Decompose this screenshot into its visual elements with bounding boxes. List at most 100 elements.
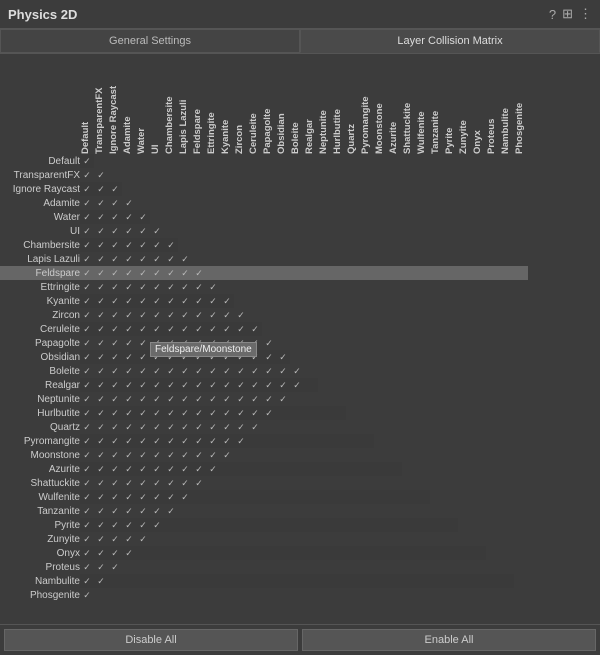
check-cell-28-27[interactable]: [458, 546, 472, 560]
check-cell-28-19[interactable]: [346, 546, 360, 560]
check-cell-20-15[interactable]: [290, 434, 304, 448]
check-cell-29-15[interactable]: [290, 560, 304, 574]
check-cell-17-13[interactable]: [262, 392, 276, 406]
check-cell-7-3[interactable]: [122, 252, 136, 266]
check-cell-17-5[interactable]: [150, 392, 164, 406]
check-cell-28-9[interactable]: [206, 546, 220, 560]
check-cell-7-6[interactable]: [164, 252, 178, 266]
check-cell-30-19[interactable]: [346, 574, 360, 588]
check-cell-25-19[interactable]: [346, 504, 360, 518]
check-cell-29-24[interactable]: [416, 560, 430, 574]
check-cell-13-5[interactable]: [150, 336, 164, 350]
check-cell-18-18[interactable]: [332, 406, 346, 420]
check-cell-9-5[interactable]: [150, 280, 164, 294]
check-cell-23-21[interactable]: [374, 476, 388, 490]
check-cell-4-0[interactable]: [80, 210, 94, 224]
check-cell-31-14[interactable]: [276, 588, 290, 602]
check-cell-29-18[interactable]: [332, 560, 346, 574]
check-cell-14-4[interactable]: [136, 350, 150, 364]
check-cell-24-16[interactable]: [304, 490, 318, 504]
check-cell-12-9[interactable]: [206, 322, 220, 336]
check-cell-19-8[interactable]: [192, 420, 206, 434]
check-cell-22-0[interactable]: [80, 462, 94, 476]
check-cell-20-10[interactable]: [220, 434, 234, 448]
check-cell-27-13[interactable]: [262, 532, 276, 546]
check-cell-11-0[interactable]: [80, 308, 94, 322]
check-cell-26-26[interactable]: [444, 518, 458, 532]
check-cell-20-14[interactable]: [276, 434, 290, 448]
check-cell-15-7[interactable]: [178, 364, 192, 378]
check-cell-14-9[interactable]: [206, 350, 220, 364]
check-cell-21-3[interactable]: [122, 448, 136, 462]
check-cell-16-2[interactable]: [108, 378, 122, 392]
check-cell-11-7[interactable]: [178, 308, 192, 322]
check-cell-18-12[interactable]: [248, 406, 262, 420]
check-cell-20-20[interactable]: [360, 434, 374, 448]
check-cell-29-11[interactable]: [234, 560, 248, 574]
check-cell-31-11[interactable]: [234, 588, 248, 602]
check-cell-30-30[interactable]: [500, 574, 514, 588]
check-cell-28-15[interactable]: [290, 546, 304, 560]
check-cell-10-3[interactable]: [122, 294, 136, 308]
check-cell-28-17[interactable]: [318, 546, 332, 560]
check-cell-23-5[interactable]: [150, 476, 164, 490]
check-cell-27-9[interactable]: [206, 532, 220, 546]
check-cell-31-21[interactable]: [374, 588, 388, 602]
check-cell-1-1[interactable]: [94, 168, 108, 182]
check-cell-23-1[interactable]: [94, 476, 108, 490]
check-cell-20-4[interactable]: [136, 434, 150, 448]
check-cell-23-17[interactable]: [318, 476, 332, 490]
check-cell-17-11[interactable]: [234, 392, 248, 406]
check-cell-6-1[interactable]: [94, 238, 108, 252]
check-cell-21-1[interactable]: [94, 448, 108, 462]
check-cell-21-14[interactable]: [276, 448, 290, 462]
check-cell-21-16[interactable]: [304, 448, 318, 462]
layout-icon[interactable]: ⊞: [562, 6, 573, 22]
check-cell-21-11[interactable]: [234, 448, 248, 462]
check-cell-26-9[interactable]: [206, 518, 220, 532]
check-cell-24-22[interactable]: [388, 490, 402, 504]
check-cell-20-7[interactable]: [178, 434, 192, 448]
check-cell-24-10[interactable]: [220, 490, 234, 504]
check-cell-16-14[interactable]: [276, 378, 290, 392]
check-cell-26-2[interactable]: [108, 518, 122, 532]
check-cell-27-23[interactable]: [402, 532, 416, 546]
check-cell-22-12[interactable]: [248, 462, 262, 476]
check-cell-18-10[interactable]: [220, 406, 234, 420]
check-cell-29-5[interactable]: [150, 560, 164, 574]
check-cell-15-8[interactable]: [192, 364, 206, 378]
check-cell-14-7[interactable]: [178, 350, 192, 364]
check-cell-23-12[interactable]: [248, 476, 262, 490]
check-cell-21-6[interactable]: [164, 448, 178, 462]
check-cell-3-0[interactable]: [80, 196, 94, 210]
check-cell-29-7[interactable]: [178, 560, 192, 574]
check-cell-26-19[interactable]: [346, 518, 360, 532]
check-cell-9-6[interactable]: [164, 280, 178, 294]
check-cell-30-28[interactable]: [472, 574, 486, 588]
check-cell-20-6[interactable]: [164, 434, 178, 448]
check-cell-14-11[interactable]: [234, 350, 248, 364]
check-cell-28-13[interactable]: [262, 546, 276, 560]
check-cell-25-18[interactable]: [332, 504, 346, 518]
check-cell-20-16[interactable]: [304, 434, 318, 448]
check-cell-27-25[interactable]: [430, 532, 444, 546]
check-cell-31-31[interactable]: [514, 588, 528, 602]
check-cell-26-0[interactable]: [80, 518, 94, 532]
check-cell-26-4[interactable]: [136, 518, 150, 532]
check-cell-31-5[interactable]: [150, 588, 164, 602]
check-cell-30-18[interactable]: [332, 574, 346, 588]
check-cell-13-12[interactable]: [248, 336, 262, 350]
check-cell-25-23[interactable]: [402, 504, 416, 518]
check-cell-8-8[interactable]: [192, 266, 206, 280]
check-cell-31-0[interactable]: [80, 588, 94, 602]
check-cell-25-11[interactable]: [234, 504, 248, 518]
check-cell-26-5[interactable]: [150, 518, 164, 532]
check-cell-6-0[interactable]: [80, 238, 94, 252]
check-cell-7-4[interactable]: [136, 252, 150, 266]
check-cell-5-3[interactable]: [122, 224, 136, 238]
check-cell-8-4[interactable]: [136, 266, 150, 280]
matrix-scroll-area[interactable]: Default TransparentFX Ignore Raycast Ada…: [0, 54, 600, 624]
check-cell-19-15[interactable]: [290, 420, 304, 434]
check-cell-21-4[interactable]: [136, 448, 150, 462]
check-cell-5-1[interactable]: [94, 224, 108, 238]
